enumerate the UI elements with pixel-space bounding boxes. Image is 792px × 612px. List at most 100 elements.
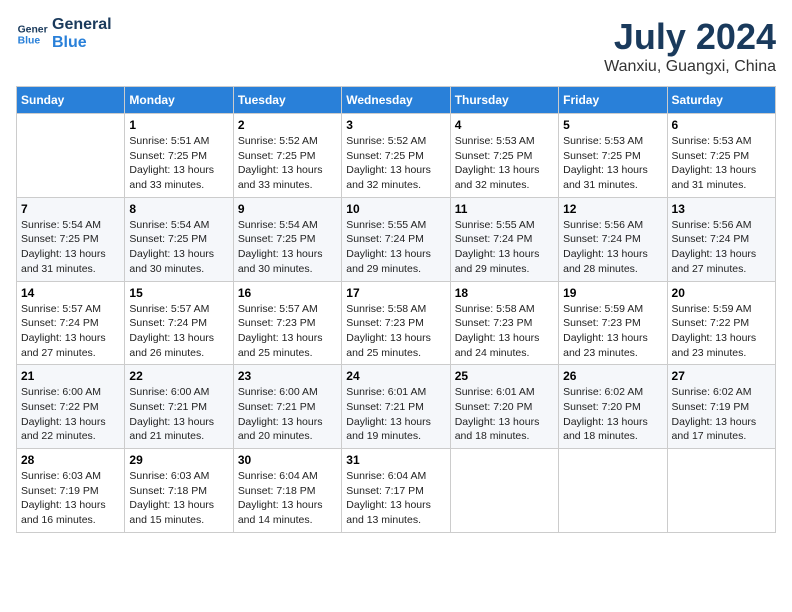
location-title: Wanxiu, Guangxi, China [604,58,776,76]
day-number: 19 [563,286,662,300]
day-number: 10 [346,202,445,216]
day-info: Sunrise: 6:02 AMSunset: 7:20 PMDaylight:… [563,385,662,444]
weekday-header-tuesday: Tuesday [233,87,341,114]
calendar-cell: 1 Sunrise: 5:51 AMSunset: 7:25 PMDaylight… [125,114,233,198]
weekday-header-saturday: Saturday [667,87,775,114]
day-number: 8 [129,202,228,216]
day-info: Sunrise: 6:00 AMSunset: 7:21 PMDaylight:… [238,385,337,444]
day-info: Sunrise: 5:52 AMSunset: 7:25 PMDaylight:… [238,134,337,193]
calendar-cell: 16Sunrise: 5:57 AMSunset: 7:23 PMDayligh… [233,281,341,365]
day-info: Sunrise: 5:53 AMSunset: 7:25 PMDaylight:… [563,134,662,193]
day-number: 7 [21,202,120,216]
calendar-cell: 6Sunrise: 5:53 AMSunset: 7:25 PMDaylight… [667,114,775,198]
calendar-cell: 30 Sunrise: 6:04 AMSunset: 7:18 PMDayligh… [233,449,341,533]
day-info: Sunrise: 6:02 AMSunset: 7:19 PMDaylight:… [672,385,771,444]
calendar-cell [450,449,558,533]
day-info: Sunrise: 5:54 AMSunset: 7:25 PMDaylight:… [129,218,228,277]
day-number: 31 [346,453,445,467]
calendar-cell: 13Sunrise: 5:56 AMSunset: 7:24 PMDayligh… [667,197,775,281]
day-number: 25 [455,369,554,383]
day-number: 1 [129,118,228,132]
week-row-4: 21Sunrise: 6:00 AMSunset: 7:22 PMDayligh… [17,365,776,449]
day-number: 9 [238,202,337,216]
day-number: 3 [346,118,445,132]
calendar-cell [667,449,775,533]
svg-text:Blue: Blue [18,35,41,46]
weekday-header-thursday: Thursday [450,87,558,114]
week-row-1: 1 Sunrise: 5:51 AMSunset: 7:25 PMDaylight… [17,114,776,198]
day-number: 16 [238,286,337,300]
day-info: Sunrise: 5:57 AMSunset: 7:24 PMDaylight:… [129,302,228,361]
day-number: 2 [238,118,337,132]
day-info: Sunrise: 6:04 AMSunset: 7:17 PMDaylight:… [346,469,445,528]
day-info: Sunrise: 5:54 AMSunset: 7:25 PMDaylight:… [238,218,337,277]
title-block: July 2024 Wanxiu, Guangxi, China [604,16,776,76]
calendar-cell: 20 Sunrise: 5:59 AMSunset: 7:22 PMDayligh… [667,281,775,365]
day-number: 12 [563,202,662,216]
day-info: Sunrise: 5:56 AMSunset: 7:24 PMDaylight:… [672,218,771,277]
calendar-cell: 9 Sunrise: 5:54 AMSunset: 7:25 PMDaylight… [233,197,341,281]
weekday-header-monday: Monday [125,87,233,114]
weekday-header-sunday: Sunday [17,87,125,114]
calendar-cell: 19 Sunrise: 5:59 AMSunset: 7:23 PMDayligh… [559,281,667,365]
day-info: Sunrise: 5:58 AMSunset: 7:23 PMDaylight:… [455,302,554,361]
week-row-3: 14Sunrise: 5:57 AMSunset: 7:24 PMDayligh… [17,281,776,365]
day-number: 28 [21,453,120,467]
calendar-cell: 17Sunrise: 5:58 AMSunset: 7:23 PMDayligh… [342,281,450,365]
calendar-cell: 2 Sunrise: 5:52 AMSunset: 7:25 PMDaylight… [233,114,341,198]
calendar-cell: 31 Sunrise: 6:04 AMSunset: 7:17 PMDayligh… [342,449,450,533]
day-info: Sunrise: 5:58 AMSunset: 7:23 PMDaylight:… [346,302,445,361]
day-number: 11 [455,202,554,216]
weekday-header-friday: Friday [559,87,667,114]
day-info: Sunrise: 5:52 AMSunset: 7:25 PMDaylight:… [346,134,445,193]
calendar-cell [559,449,667,533]
day-number: 26 [563,369,662,383]
calendar-cell: 8 Sunrise: 5:54 AMSunset: 7:25 PMDaylight… [125,197,233,281]
calendar-cell: 15 Sunrise: 5:57 AMSunset: 7:24 PMDayligh… [125,281,233,365]
calendar-cell: 7 Sunrise: 5:54 AMSunset: 7:25 PMDaylight… [17,197,125,281]
calendar-cell: 21Sunrise: 6:00 AMSunset: 7:22 PMDayligh… [17,365,125,449]
calendar-cell: 5 Sunrise: 5:53 AMSunset: 7:25 PMDaylight… [559,114,667,198]
calendar-cell: 11Sunrise: 5:55 AMSunset: 7:24 PMDayligh… [450,197,558,281]
day-info: Sunrise: 6:04 AMSunset: 7:18 PMDaylight:… [238,469,337,528]
svg-text:General: General [18,24,48,35]
calendar-cell: 22 Sunrise: 6:00 AMSunset: 7:21 PMDayligh… [125,365,233,449]
calendar-table: SundayMondayTuesdayWednesdayThursdayFrid… [16,86,776,533]
day-info: Sunrise: 5:51 AMSunset: 7:25 PMDaylight:… [129,134,228,193]
calendar-cell [17,114,125,198]
calendar-cell: 23 Sunrise: 6:00 AMSunset: 7:21 PMDayligh… [233,365,341,449]
day-info: Sunrise: 5:59 AMSunset: 7:22 PMDaylight:… [672,302,771,361]
weekday-header-row: SundayMondayTuesdayWednesdayThursdayFrid… [17,87,776,114]
month-title: July 2024 [604,16,776,58]
page-header: General Blue General Blue July 2024 Wanx… [16,16,776,76]
day-number: 15 [129,286,228,300]
day-info: Sunrise: 6:03 AMSunset: 7:19 PMDaylight:… [21,469,120,528]
day-number: 4 [455,118,554,132]
day-info: Sunrise: 5:55 AMSunset: 7:24 PMDaylight:… [346,218,445,277]
calendar-cell: 12Sunrise: 5:56 AMSunset: 7:24 PMDayligh… [559,197,667,281]
day-info: Sunrise: 5:53 AMSunset: 7:25 PMDaylight:… [672,134,771,193]
day-info: Sunrise: 6:00 AMSunset: 7:21 PMDaylight:… [129,385,228,444]
day-number: 20 [672,286,771,300]
day-info: Sunrise: 5:53 AMSunset: 7:25 PMDaylight:… [455,134,554,193]
calendar-cell: 27Sunrise: 6:02 AMSunset: 7:19 PMDayligh… [667,365,775,449]
calendar-cell: 24Sunrise: 6:01 AMSunset: 7:21 PMDayligh… [342,365,450,449]
calendar-cell: 3 Sunrise: 5:52 AMSunset: 7:25 PMDaylight… [342,114,450,198]
day-info: Sunrise: 5:59 AMSunset: 7:23 PMDaylight:… [563,302,662,361]
day-number: 23 [238,369,337,383]
day-number: 18 [455,286,554,300]
week-row-5: 28 Sunrise: 6:03 AMSunset: 7:19 PMDayligh… [17,449,776,533]
day-info: Sunrise: 5:54 AMSunset: 7:25 PMDaylight:… [21,218,120,277]
weekday-header-wednesday: Wednesday [342,87,450,114]
calendar-cell: 26 Sunrise: 6:02 AMSunset: 7:20 PMDayligh… [559,365,667,449]
day-number: 22 [129,369,228,383]
day-info: Sunrise: 6:01 AMSunset: 7:20 PMDaylight:… [455,385,554,444]
day-number: 30 [238,453,337,467]
logo-subtext: Blue [52,34,112,52]
day-info: Sunrise: 6:01 AMSunset: 7:21 PMDaylight:… [346,385,445,444]
calendar-cell: 28 Sunrise: 6:03 AMSunset: 7:19 PMDayligh… [17,449,125,533]
logo-icon: General Blue [16,18,48,50]
day-number: 5 [563,118,662,132]
week-row-2: 7 Sunrise: 5:54 AMSunset: 7:25 PMDaylight… [17,197,776,281]
day-info: Sunrise: 6:03 AMSunset: 7:18 PMDaylight:… [129,469,228,528]
